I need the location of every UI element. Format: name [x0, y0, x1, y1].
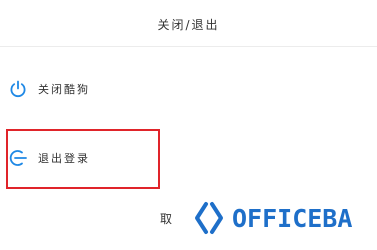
watermark-text: OFFICEBA: [232, 203, 353, 233]
shutdown-label: 关闭酷狗: [38, 83, 90, 96]
logout-label: 退出登录: [38, 152, 90, 165]
watermark-logo-icon: [190, 198, 228, 238]
logout-option[interactable]: 退出登录: [0, 136, 377, 182]
watermark: OFFICEBA: [190, 196, 359, 240]
title-divider: [0, 46, 377, 47]
dialog-title: 关闭/退出: [157, 18, 220, 32]
power-icon: [8, 79, 28, 99]
shutdown-option[interactable]: 关闭酷狗: [0, 67, 377, 113]
exit-dialog-sheet: 关闭/退出 关闭酷狗 退出登录 取 OFFICEBA: [0, 0, 377, 250]
logout-icon: [8, 148, 28, 168]
